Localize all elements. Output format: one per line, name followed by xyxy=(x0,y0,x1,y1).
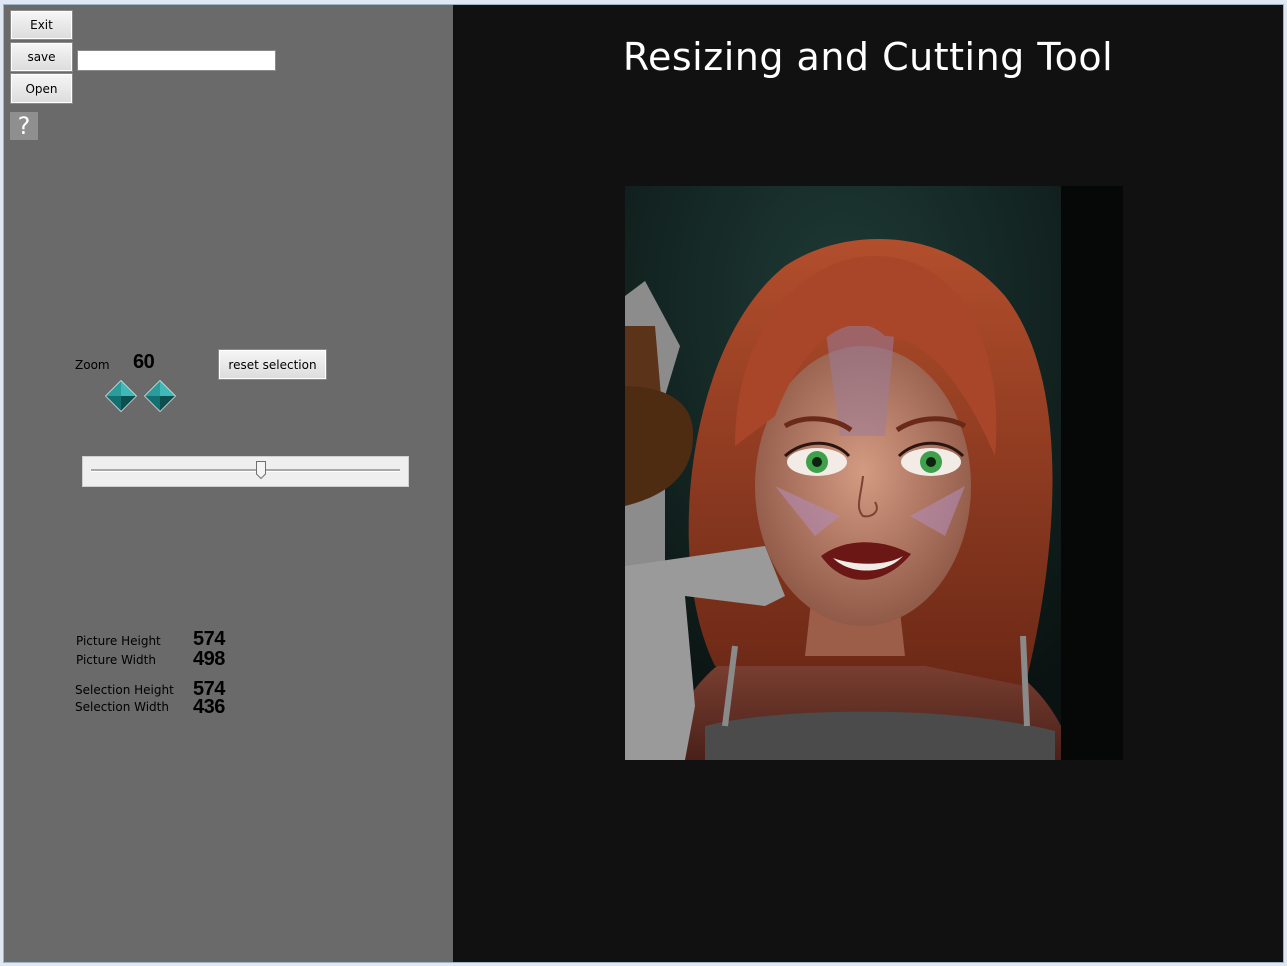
help-icon[interactable]: ? xyxy=(10,112,38,140)
preview-panel: Resizing and Cutting Tool xyxy=(453,5,1283,962)
zoom-in-icon[interactable] xyxy=(144,380,176,412)
control-panel: Exit save Open ? Zoom 60 reset selection xyxy=(4,5,453,962)
exit-button[interactable]: Exit xyxy=(10,10,73,40)
save-button[interactable]: save xyxy=(10,42,73,72)
zoom-out-icon[interactable] xyxy=(105,380,137,412)
page-title: Resizing and Cutting Tool xyxy=(622,35,1114,79)
reset-selection-button[interactable]: reset selection xyxy=(218,349,327,380)
image-canvas[interactable] xyxy=(625,186,1123,760)
portrait-image xyxy=(625,186,1123,760)
picture-width-value: 498 xyxy=(193,648,225,670)
filename-input[interactable] xyxy=(77,50,276,71)
zoom-value: 60 xyxy=(133,351,155,373)
selection-width-value: 436 xyxy=(193,696,225,718)
selection-height-label: Selection Height xyxy=(75,683,174,697)
open-button[interactable]: Open xyxy=(10,73,73,104)
zoom-label: Zoom xyxy=(75,358,110,372)
selection-width-label: Selection Width xyxy=(75,700,169,714)
picture-width-label: Picture Width xyxy=(76,653,156,667)
zoom-slider[interactable] xyxy=(82,456,409,487)
slider-thumb[interactable] xyxy=(255,461,266,479)
picture-height-label: Picture Height xyxy=(76,634,161,648)
app-window: Exit save Open ? Zoom 60 reset selection xyxy=(3,4,1284,963)
slider-track xyxy=(91,469,400,472)
